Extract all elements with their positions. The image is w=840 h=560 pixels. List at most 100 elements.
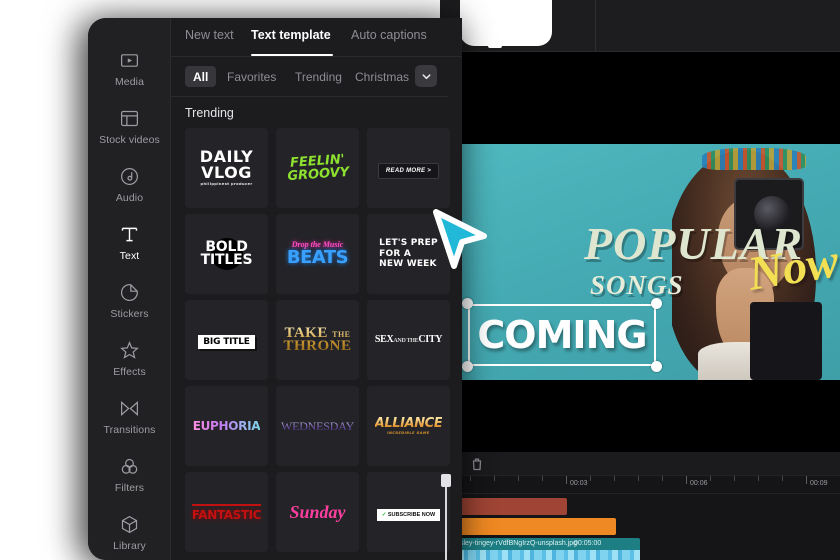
sidebar-item-label: Effects [113,366,146,378]
template-thumb-text: Sunday [289,502,346,522]
window-corner-highlight-2 [488,36,502,48]
sidebar-item-filters[interactable]: Filters [88,446,171,504]
panel-tabs: New text Text template Auto captions [171,18,462,57]
template-card-read-more[interactable]: READ MORE > [367,128,450,208]
sidebar-item-label: Audio [115,192,144,204]
playhead-knob[interactable] [441,474,451,487]
chevron-down-icon [422,73,430,79]
sidebar-item-label: Library [113,540,146,552]
template-card-fantastic[interactable]: FANTASTIC [185,472,268,552]
template-card-big-title[interactable]: BIG TITLE [185,300,268,380]
filter-chips: All Favorites Trending Christmas [171,57,462,97]
sidebar-item-label: Transitions [103,424,156,436]
clip-filename: wesley-tingey-rVdfBNgIrzQ-unsplash.jpg [451,540,578,547]
panel-content: New text Text template Auto captions All… [171,18,462,560]
text-icon [121,227,138,242]
chips-expand-button[interactable] [415,65,437,87]
topbar-divider [595,0,596,52]
playhead[interactable] [441,474,451,560]
chip-trending[interactable]: Trending [287,66,350,87]
sidebar-item-audio[interactable]: Audio [88,156,171,214]
template-thumb-text: EUPHORIA [192,419,261,433]
template-thumb-text: WEDNESDAY [280,419,355,433]
template-card-sunday[interactable]: Sunday [276,472,359,552]
photo-sunglasses [702,148,806,170]
template-card-euphoria[interactable]: EUPHORIA [185,386,268,466]
video-preview[interactable]: POPULAR SONGS Now COMING [462,144,840,380]
template-thumb-text: READ MORE > [377,160,440,179]
timeline-clip-image[interactable]: wesley-tingey-rVdfBNgIrzQ-unsplash.jpg 0… [446,538,640,560]
stickers-icon [120,284,138,302]
chip-all[interactable]: All [185,66,217,87]
template-thumb-text: FANTASTIC [191,503,261,521]
template-card-take-the-throne[interactable]: TAKE THE THRONE [276,300,359,380]
sidebar-rail: Media Stock videos Audio Text Stickers E… [88,18,171,560]
timeline-ruler[interactable]: 00:03 00:06 00:09 [440,476,840,494]
clip-thumbnail-strip [446,550,640,560]
filters-icon [121,458,138,474]
section-title: Trending [185,106,234,120]
template-grid: DAILY VLOG philippinest producer FEELIN'… [171,128,462,560]
sidebar-item-stock-videos[interactable]: Stock videos [88,98,171,156]
sidebar-item-label: Filters [114,482,145,494]
tab-auto-captions[interactable]: Auto captions [351,28,427,42]
tab-new-text[interactable]: New text [185,28,234,42]
timeline-clip-sticker[interactable] [446,518,616,535]
sidebar-item-effects[interactable]: Effects [88,330,171,388]
sidebar-item-label: Stickers [110,308,149,320]
ruler-mark-3: 00:09 [810,480,828,487]
template-thumb-text: BOLD TITLES [200,238,253,268]
screenshot-root: POPULAR SONGS Now COMING 00:03 00:06 00:… [0,0,840,560]
template-card-sex-and-the-city[interactable]: SEXAND THECITY [367,300,450,380]
sidebar-item-media[interactable]: Media [88,40,171,98]
transitions-icon [121,401,138,416]
text-panel: Media Stock videos Audio Text Stickers E… [88,18,462,560]
window-corner-highlight [460,0,552,46]
template-card-alliance[interactable]: ALLIANCE INCREDIBLE GAME [367,386,450,466]
preview-title-line2: SONGS [590,270,684,300]
preview-stage: POPULAR SONGS Now COMING [440,52,840,452]
sidebar-item-label: Text [119,250,140,262]
chip-favorites[interactable]: Favorites [219,66,284,87]
timeline: 00:03 00:06 00:09 wesley-tingey-rVdfBNgI… [440,452,840,560]
selected-text-value: COMING [477,313,647,357]
ruler-mark-2: 00:06 [690,480,708,487]
sidebar-item-stickers[interactable]: Stickers [88,272,171,330]
sidebar-item-text[interactable]: Text [88,214,171,272]
sidebar-item-transitions[interactable]: Transitions [88,388,171,446]
template-card-subscribe-now[interactable]: ✓ SUBSCRIBE NOW [367,472,450,552]
template-thumb-text: ALLIANCE INCREDIBLE GAME [374,415,443,435]
template-card-daily-vlog[interactable]: DAILY VLOG philippinest producer [185,128,268,208]
stock-videos-icon [121,110,138,127]
template-thumb-text: TAKE THE THRONE [283,324,352,354]
template-thumb-text: ✓ SUBSCRIBE NOW [376,504,441,521]
sidebar-item-library[interactable]: Library [88,504,171,560]
chips-divider [171,96,448,97]
timeline-clip-text[interactable] [446,498,567,515]
effects-icon [120,341,139,359]
template-card-beats[interactable]: Drop the Music BEATS [276,214,359,294]
template-thumb-text: DAILY VLOG philippinest producer [199,147,254,187]
resize-handle-bottom-right[interactable] [651,361,662,372]
media-icon [121,54,138,67]
selected-text-box[interactable]: COMING [462,298,662,372]
editor-window: POPULAR SONGS Now COMING 00:03 00:06 00:… [440,0,840,560]
template-thumb-text: FEELIN' GROOVY [286,151,350,185]
photo-camera-lower [750,302,822,380]
chip-christmas[interactable]: Christmas [347,66,417,87]
timeline-toolbar [440,452,840,476]
resize-handle-top-left[interactable] [462,298,473,309]
delete-icon[interactable] [470,457,484,471]
active-tab-underline [251,54,333,56]
audio-icon [121,168,138,185]
pointer-cursor [433,209,487,269]
template-thumb-text: SEXAND THECITY [374,334,443,345]
template-card-wednesday[interactable]: WEDNESDAY [276,386,359,466]
clip-duration: 00:05:00 [574,540,602,547]
template-card-bold-titles[interactable]: BOLD TITLES [185,214,268,294]
template-card-feelin-groovy[interactable]: FEELIN' GROOVY [276,128,359,208]
library-icon [121,515,138,534]
resize-handle-bottom-left[interactable] [462,361,473,372]
tab-text-template[interactable]: Text template [251,28,331,42]
resize-handle-top-right[interactable] [651,298,662,309]
